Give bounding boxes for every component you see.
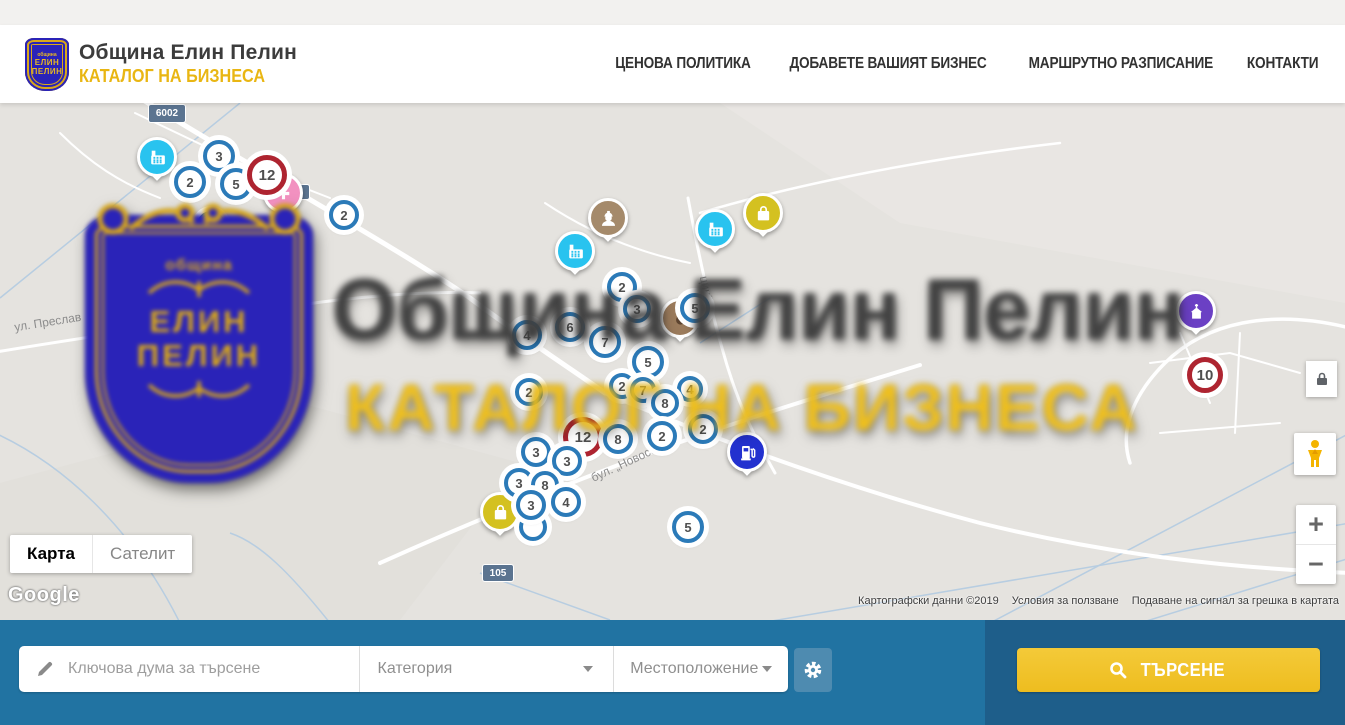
crest-line1: ЕЛИН xyxy=(35,58,59,67)
zoom-out-button[interactable]: − xyxy=(1296,545,1336,584)
pin-fuel[interactable] xyxy=(727,432,767,486)
nav-item-add-business[interactable]: ДОБАВЕТЕ ВАШИЯТ БИЗНЕС xyxy=(789,55,986,73)
nav-item-schedule[interactable]: МАРШРУТНО РАЗПИСАНИЕ xyxy=(1029,55,1213,73)
cluster-marker[interactable]: 2 xyxy=(329,200,359,230)
attribution-terms-link[interactable]: Условия за ползване xyxy=(1012,595,1119,607)
brand-text: Община Елин Пелин КАТАЛОГ НА БИЗНЕСА xyxy=(79,41,297,87)
lock-button[interactable] xyxy=(1306,361,1337,397)
zoom-in-button[interactable]: + xyxy=(1296,505,1336,545)
pin-factory[interactable] xyxy=(137,137,177,191)
pegman-icon xyxy=(1304,439,1326,469)
municipality-crest-icon: община ЕЛИН ПЕЛИН xyxy=(25,38,69,91)
cluster-marker[interactable]: 6 xyxy=(555,312,585,342)
keyword-search-input[interactable] xyxy=(66,659,310,679)
cluster-marker[interactable]: 2 xyxy=(688,414,718,444)
pegman-streetview-control[interactable] xyxy=(1294,433,1336,475)
bag-icon xyxy=(743,193,783,233)
site-header: община ЕЛИН ПЕЛИН Община Елин Пелин КАТА… xyxy=(0,25,1345,103)
cluster-marker[interactable]: 2 xyxy=(174,166,206,198)
church-icon xyxy=(1176,291,1216,331)
cluster-marker[interactable]: 3 xyxy=(552,446,582,476)
cluster-marker[interactable]: 3 xyxy=(516,490,546,520)
brand-logo[interactable]: община ЕЛИН ПЕЛИН Община Елин Пелин КАТА… xyxy=(25,38,297,91)
attribution-report-link[interactable]: Подаване на сигнал за грешка в картата xyxy=(1132,595,1339,607)
cluster-marker[interactable]: 7 xyxy=(589,326,621,358)
search-panel: ТЪРСЕНЕ Категория Местоположение xyxy=(0,620,1345,725)
brand-title: Община Елин Пелин xyxy=(79,41,297,65)
advanced-search-button[interactable] xyxy=(794,648,832,692)
fuel-icon xyxy=(727,432,767,472)
main-nav: ЦЕНОВА ПОЛИТИКА ДОБАВЕТЕ ВАШИЯТ БИЗНЕС М… xyxy=(606,55,1345,73)
search-button-label: ТЪРСЕНЕ xyxy=(1140,660,1224,681)
google-logo[interactable]: Google xyxy=(8,584,80,607)
pin-church[interactable] xyxy=(1176,291,1216,345)
location-select-label: Местоположение xyxy=(630,660,758,678)
search-bar: Категория Местоположение xyxy=(19,646,788,692)
search-panel-right: ТЪРСЕНЕ xyxy=(985,620,1345,725)
cluster-marker[interactable]: 5 xyxy=(672,511,704,543)
map-attribution: Картографски данни ©2019 Условия за полз… xyxy=(858,595,1339,607)
cluster-marker[interactable]: 12 xyxy=(247,155,287,195)
cluster-marker[interactable]: 4 xyxy=(512,320,542,350)
crest-line2: ПЕЛИН xyxy=(32,67,63,76)
gear-icon xyxy=(803,660,823,680)
attribution-copyright: Картографски данни ©2019 xyxy=(858,595,999,607)
category-select[interactable]: Категория xyxy=(360,646,615,692)
search-icon xyxy=(1109,661,1127,679)
bag-icon xyxy=(480,492,520,532)
cluster-marker[interactable]: 4 xyxy=(677,376,703,402)
factory-icon xyxy=(555,231,595,271)
pin-bag[interactable] xyxy=(743,193,783,247)
cluster-marker[interactable]: 5 xyxy=(680,293,710,323)
map-type-satellite-button[interactable]: Сателит xyxy=(92,535,192,573)
cluster-marker[interactable]: 3 xyxy=(203,140,235,172)
cluster-marker[interactable] xyxy=(197,211,225,239)
cluster-marker[interactable]: 10 xyxy=(1187,357,1223,393)
pencil-icon xyxy=(36,660,54,678)
road-badge: 6002 xyxy=(148,104,186,123)
location-select[interactable]: Местоположение xyxy=(614,646,788,692)
cluster-marker[interactable]: 2 xyxy=(515,378,543,406)
road-badge: 105 xyxy=(482,564,514,582)
nav-item-pricing[interactable]: ЦЕНОВА ПОЛИТИКА xyxy=(615,55,750,73)
map-canvas[interactable]: ул. Преславбул. „Новоселции“6002105 3251… xyxy=(0,103,1345,620)
pin-factory[interactable] xyxy=(555,231,595,285)
cluster-marker[interactable]: 8 xyxy=(651,389,679,417)
chevron-down-icon xyxy=(583,666,593,672)
page-top-strip xyxy=(0,0,1345,25)
padlock-icon xyxy=(1315,371,1329,387)
cluster-marker[interactable]: 3 xyxy=(521,437,551,467)
factory-icon xyxy=(137,137,177,177)
pin-bag[interactable] xyxy=(480,492,520,546)
cluster-marker[interactable]: 8 xyxy=(603,424,633,454)
cluster-marker[interactable]: 4 xyxy=(551,487,581,517)
search-button[interactable]: ТЪРСЕНЕ xyxy=(1017,648,1320,692)
zoom-control: + − xyxy=(1296,505,1336,584)
keyword-section xyxy=(19,646,360,692)
chevron-down-icon xyxy=(762,666,772,672)
nav-item-contacts[interactable]: КОНТАКТИ xyxy=(1247,55,1319,73)
pin-factory[interactable] xyxy=(695,209,735,263)
category-select-label: Категория xyxy=(378,660,453,678)
brand-subtitle: КАТАЛОГ НА БИЗНЕСА xyxy=(79,66,297,87)
map-type-control: Карта Сателит xyxy=(10,535,192,573)
map-type-map-button[interactable]: Карта xyxy=(10,535,92,573)
cluster-marker[interactable]: 5 xyxy=(632,346,664,378)
cluster-marker[interactable]: 3 xyxy=(623,295,651,323)
cluster-marker[interactable]: 2 xyxy=(647,421,677,451)
factory-icon xyxy=(695,209,735,249)
